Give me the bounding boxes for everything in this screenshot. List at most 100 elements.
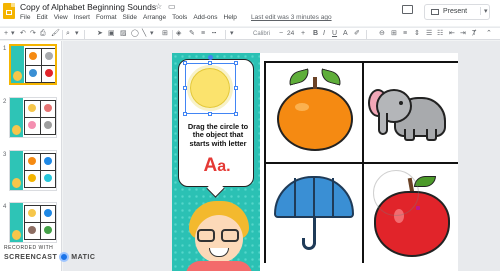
- rotate-handle[interactable]: [208, 55, 213, 60]
- menu-bar: File Edit View Insert Format Slide Arran…: [20, 14, 237, 21]
- toolbar-divider: [225, 30, 226, 39]
- slides-app: Copy of Alphabet Beginning Sounds ☆ ▭ Fi…: [0, 0, 500, 271]
- add-slide-icon[interactable]: +: [4, 29, 8, 39]
- orange-cell[interactable]: [266, 63, 362, 162]
- document-title[interactable]: Copy of Alphabet Beginning Sounds: [20, 2, 156, 12]
- menu-format[interactable]: Format: [96, 14, 117, 21]
- elephant-cell[interactable]: [364, 63, 458, 162]
- underline-icon[interactable]: U: [332, 29, 337, 39]
- slide-thumbnail-4[interactable]: [9, 202, 57, 243]
- letter-dot: .: [226, 158, 231, 175]
- redo-icon[interactable]: ↷: [30, 29, 36, 39]
- watermark-brand: SCREENCAST MATIC: [4, 252, 95, 262]
- header: Copy of Alphabet Beginning Sounds ☆ ▭ Fi…: [0, 0, 500, 26]
- resize-handle[interactable]: [234, 61, 238, 65]
- picture-grid: [264, 61, 458, 263]
- select-cursor-icon[interactable]: ➤: [97, 29, 103, 39]
- folder-icon[interactable]: ▭: [168, 2, 176, 11]
- chevron-down-icon[interactable]: ▾: [480, 7, 488, 15]
- present-button[interactable]: Present ▾: [424, 4, 490, 20]
- slide-thumbnail-2[interactable]: [9, 97, 57, 138]
- slide[interactable]: Drag the circle to the object that start…: [172, 53, 458, 271]
- letter-upper: A: [203, 155, 218, 176]
- comment-icon[interactable]: [402, 5, 413, 14]
- increase-font-icon[interactable]: +: [301, 29, 305, 39]
- collapse-toolbar-icon[interactable]: ⌃: [486, 29, 492, 39]
- decrease-indent-icon[interactable]: ⇤: [449, 29, 455, 39]
- chevron-down-icon[interactable]: ▾: [150, 29, 154, 39]
- align-icon[interactable]: ≡: [403, 29, 407, 39]
- toolbar-divider: [84, 30, 85, 39]
- resize-handle[interactable]: [183, 112, 187, 116]
- present-label: Present: [443, 8, 468, 15]
- menu-file[interactable]: File: [20, 14, 30, 21]
- fill-color-icon[interactable]: ◈: [176, 29, 181, 39]
- link-icon[interactable]: ⊖: [379, 29, 385, 39]
- menu-insert[interactable]: Insert: [74, 14, 90, 21]
- line-icon[interactable]: ╲: [142, 29, 146, 39]
- resize-handle[interactable]: [183, 86, 187, 90]
- menu-slide[interactable]: Slide: [123, 14, 137, 21]
- toolbar-divider: [172, 30, 173, 39]
- slide-number: 2: [3, 99, 7, 105]
- slide-thumbnail-3[interactable]: [9, 150, 57, 191]
- resize-handle[interactable]: [234, 112, 238, 116]
- toolbar-divider: [366, 30, 367, 39]
- star-icon[interactable]: ☆: [155, 2, 162, 11]
- font-family-icon[interactable]: ▾: [230, 29, 234, 39]
- menu-addons[interactable]: Add-ons: [193, 14, 217, 21]
- slides-panel: 1 2 3 4: [0, 41, 62, 271]
- teal-strip: Drag the circle to the object that start…: [172, 53, 260, 271]
- slides-logo-icon[interactable]: [3, 3, 15, 19]
- decrease-font-icon[interactable]: −: [279, 29, 283, 39]
- present-icon: [431, 9, 439, 15]
- kid-face-illustration: [186, 201, 252, 271]
- border-weight-icon[interactable]: ≡: [201, 29, 205, 39]
- text-box-icon[interactable]: ▣: [108, 29, 115, 39]
- resize-handle[interactable]: [208, 112, 212, 116]
- line-spacing-icon[interactable]: ⇕: [414, 29, 420, 39]
- text-color-icon[interactable]: A: [343, 29, 348, 39]
- watermark-right: MATIC: [71, 253, 96, 261]
- border-color-icon[interactable]: ✎: [189, 29, 195, 39]
- letter-lower: a: [217, 158, 227, 175]
- numbered-list-icon[interactable]: ☰: [426, 29, 432, 39]
- last-edit-link[interactable]: Last edit was 3 minutes ago: [251, 14, 332, 21]
- italic-icon[interactable]: I: [323, 29, 325, 39]
- add-comment-icon[interactable]: ⊞: [391, 29, 397, 39]
- chevron-down-icon[interactable]: ▾: [75, 29, 79, 39]
- orange-image: [277, 87, 353, 151]
- paint-format-icon[interactable]: 🖌: [51, 29, 60, 39]
- menu-arrange[interactable]: Arrange: [143, 14, 166, 21]
- menu-tools[interactable]: Tools: [172, 14, 187, 21]
- slide-thumbnail-1[interactable]: [9, 44, 57, 85]
- shape-icon[interactable]: ◯: [131, 29, 139, 39]
- selection-box[interactable]: [183, 61, 238, 116]
- slide-number: 4: [3, 204, 7, 210]
- increase-indent-icon[interactable]: ⇥: [460, 29, 466, 39]
- print-icon[interactable]: ⎙: [40, 29, 46, 39]
- menu-edit[interactable]: Edit: [36, 14, 47, 21]
- border-dash-icon[interactable]: ┅: [212, 29, 216, 39]
- apple-cell[interactable]: [364, 164, 458, 263]
- highlight-icon[interactable]: ✐: [354, 29, 360, 39]
- undo-icon[interactable]: ↶: [20, 29, 26, 39]
- comment-add-icon[interactable]: ⊞: [162, 29, 168, 39]
- target-letter: Aa.: [179, 155, 255, 177]
- menu-view[interactable]: View: [54, 14, 68, 21]
- clear-format-icon[interactable]: Ⱦ: [472, 29, 476, 39]
- bold-icon[interactable]: B: [313, 29, 318, 39]
- instruction-text: Drag the circle to the object that start…: [187, 122, 249, 148]
- resize-handle[interactable]: [183, 61, 187, 65]
- watermark-left: SCREENCAST: [4, 253, 58, 261]
- slide-number: 1: [3, 46, 7, 52]
- font-size-input[interactable]: 24: [287, 29, 294, 39]
- resize-handle[interactable]: [208, 61, 212, 65]
- umbrella-cell[interactable]: [266, 164, 362, 263]
- image-icon[interactable]: ▨: [120, 29, 127, 39]
- resize-handle[interactable]: [234, 86, 238, 90]
- chevron-down-icon[interactable]: ▾: [11, 29, 15, 39]
- menu-help[interactable]: Help: [224, 14, 237, 21]
- bulleted-list-icon[interactable]: ☷: [437, 29, 443, 39]
- zoom-icon[interactable]: ⌕: [66, 29, 70, 39]
